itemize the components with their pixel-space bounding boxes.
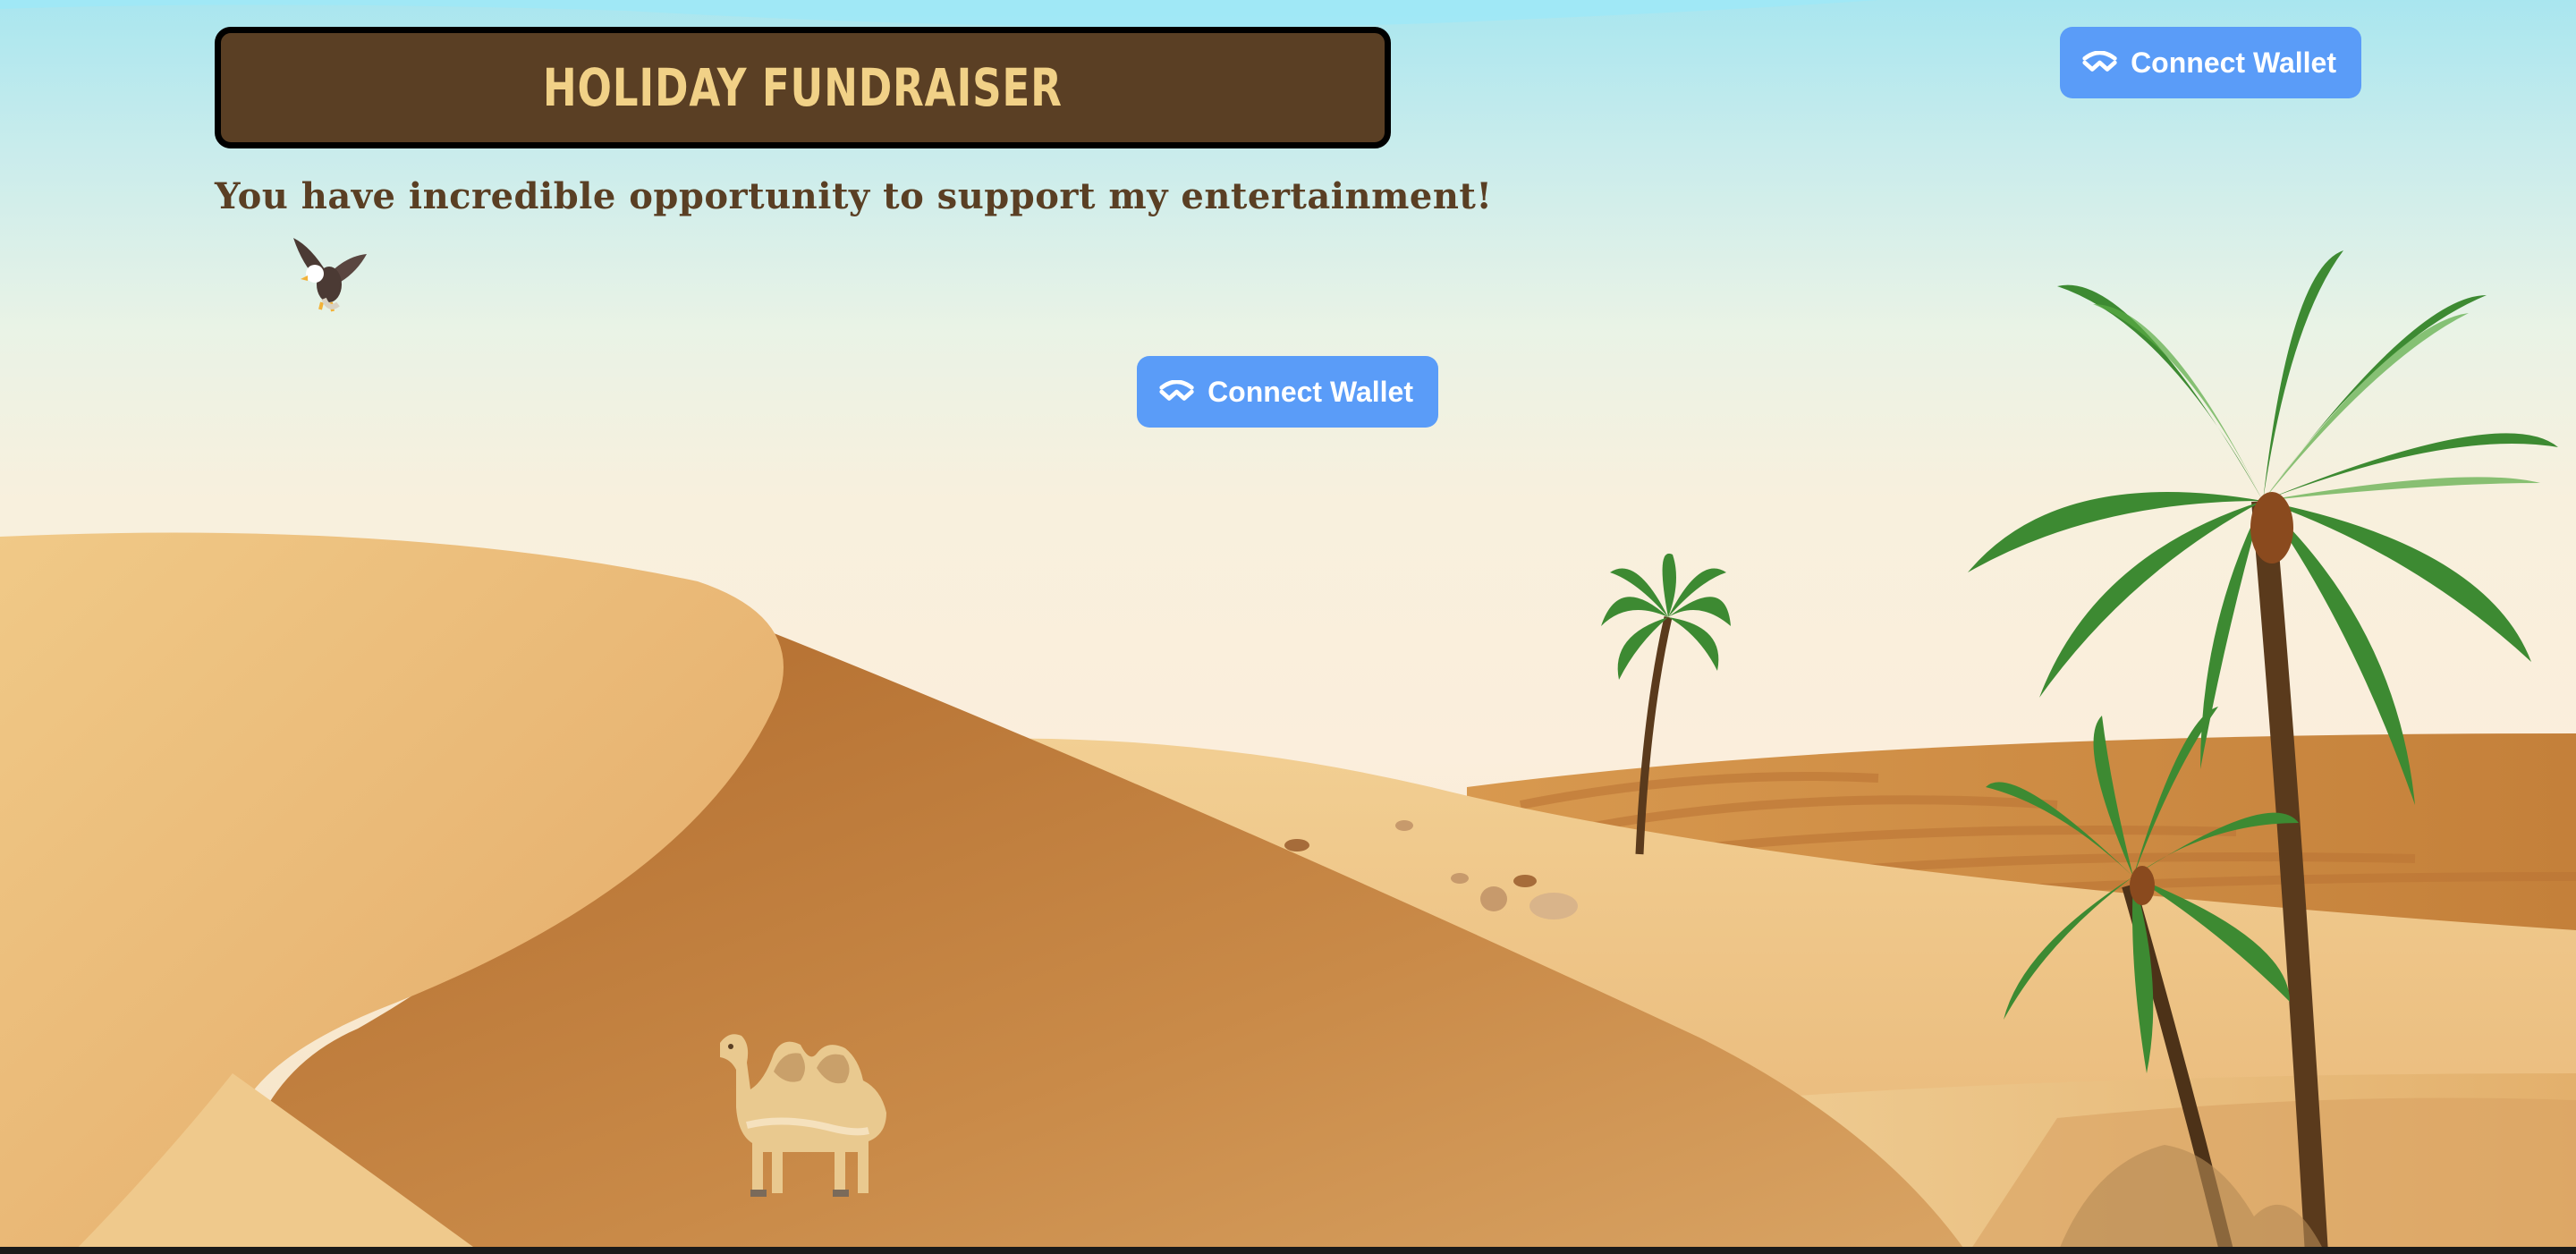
connect-wallet-label: Connect Wallet	[2131, 46, 2336, 79]
walletconnect-icon	[2082, 51, 2117, 72]
title-banner: HOLIDAY FUNDRAISER	[215, 27, 1391, 148]
connect-wallet-button-header[interactable]: Connect Wallet	[2060, 27, 2361, 98]
camel-icon	[720, 1034, 886, 1197]
connect-wallet-button-main[interactable]: Connect Wallet	[1137, 356, 1438, 428]
connect-wallet-label: Connect Wallet	[1208, 375, 1413, 408]
desert-scene: HOLIDAY FUNDRAISER You have incredible o…	[0, 0, 2576, 1254]
page-subtitle: You have incredible opportunity to suppo…	[215, 175, 1493, 217]
page-title: HOLIDAY FUNDRAISER	[543, 57, 1063, 118]
bottom-edge	[0, 1247, 2576, 1254]
walletconnect-icon	[1159, 380, 1194, 401]
eagle-icon	[293, 238, 367, 312]
